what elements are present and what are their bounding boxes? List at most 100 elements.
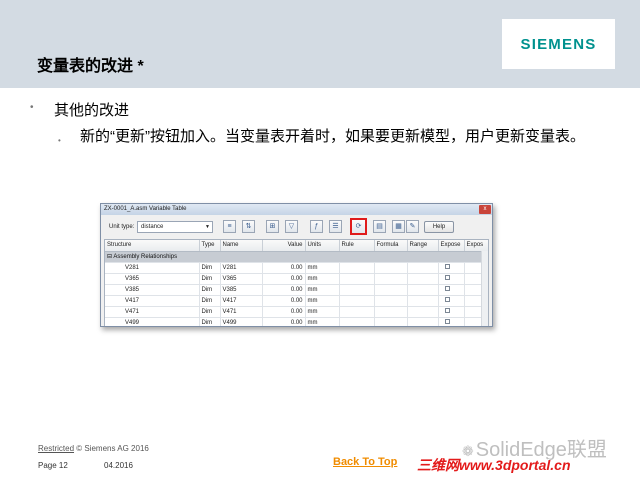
funnel-icon[interactable]: ▽ bbox=[285, 220, 298, 233]
back-to-top-link[interactable]: Back To Top bbox=[333, 456, 397, 468]
cell-rule[interactable] bbox=[339, 262, 375, 274]
expose-checkbox[interactable] bbox=[444, 297, 450, 303]
watermark-3dportal: 三维网www.3dportal.cn bbox=[417, 457, 571, 473]
table-row[interactable]: V499 Dim V499 0.00 mm bbox=[105, 317, 488, 326]
expose-checkbox[interactable] bbox=[444, 308, 450, 314]
bullet-dot-icon: • bbox=[58, 136, 61, 145]
cell-type: Dim bbox=[199, 317, 221, 326]
table-row[interactable]: V281 Dim V281 0.00 mm bbox=[105, 262, 488, 274]
siemens-logo: SIEMENS bbox=[502, 19, 615, 69]
cell-range[interactable] bbox=[407, 306, 439, 318]
cell-rule[interactable] bbox=[339, 273, 375, 285]
expose-checkbox[interactable] bbox=[444, 319, 450, 325]
column-header[interactable]: Units bbox=[305, 240, 340, 252]
column-header[interactable]: Range bbox=[407, 240, 439, 252]
cell-rule[interactable] bbox=[339, 306, 375, 318]
cell-type: Dim bbox=[199, 284, 221, 296]
print-icon[interactable]: ▤ bbox=[373, 220, 386, 233]
cell-name[interactable]: V385 bbox=[220, 284, 263, 296]
update-icon[interactable]: ⟳ bbox=[350, 218, 367, 235]
toolbar: Unit type: distance ▼ ≡ ⇅ ⊞ ▽ ƒ ☰ ⟳ ▤ ▦ … bbox=[101, 215, 492, 239]
cell-name[interactable]: V499 bbox=[220, 317, 263, 326]
column-header[interactable]: Type bbox=[199, 240, 221, 252]
export-icon[interactable]: ▦ bbox=[392, 220, 405, 233]
cell-value[interactable]: 0.00 bbox=[262, 295, 306, 307]
cell-rule[interactable] bbox=[339, 295, 375, 307]
table-row[interactable]: V417 Dim V417 0.00 mm bbox=[105, 295, 488, 307]
cell-formula[interactable] bbox=[374, 273, 408, 285]
expose-checkbox[interactable] bbox=[444, 275, 450, 281]
cell-structure: V417 bbox=[105, 295, 200, 307]
filter-icon[interactable]: ≡ bbox=[223, 220, 236, 233]
table-row[interactable]: V365 Dim V365 0.00 mm bbox=[105, 273, 488, 285]
cell-formula[interactable] bbox=[374, 295, 408, 307]
help-button[interactable]: Help bbox=[424, 221, 454, 233]
list-icon[interactable]: ☰ bbox=[329, 220, 342, 233]
cell-range[interactable] bbox=[407, 262, 439, 274]
cell-type: Dim bbox=[199, 295, 221, 307]
cell-rule[interactable] bbox=[339, 284, 375, 296]
cell-units: mm bbox=[305, 295, 340, 307]
cell-value[interactable]: 0.00 bbox=[262, 306, 306, 318]
bullet-level-2-text: 新的“更新”按钮加入。当变量表开着时，如果要更新模型，用户更新变量表。 bbox=[80, 128, 585, 145]
restricted-notice: Restricted © Siemens AG 2016 bbox=[38, 444, 149, 453]
cell-range[interactable] bbox=[407, 284, 439, 296]
cell-type: Dim bbox=[199, 273, 221, 285]
cell-range[interactable] bbox=[407, 295, 439, 307]
cell-expose bbox=[438, 284, 465, 296]
grid-header-row: Structure Type Name Value Units Rule For… bbox=[105, 240, 488, 252]
cell-value[interactable]: 0.00 bbox=[262, 284, 306, 296]
expose-checkbox[interactable] bbox=[444, 264, 450, 270]
cell-value[interactable]: 0.00 bbox=[262, 262, 306, 274]
close-icon[interactable]: x bbox=[479, 205, 491, 214]
table-row[interactable]: V471 Dim V471 0.00 mm bbox=[105, 306, 488, 318]
page-number: Page 12 bbox=[38, 461, 68, 470]
column-header[interactable]: Expose bbox=[438, 240, 465, 252]
column-header[interactable]: Expos bbox=[464, 240, 488, 252]
slide-title: 变量表的改进 * bbox=[37, 58, 144, 75]
group-row[interactable]: ⊟ Assembly Relationships bbox=[105, 251, 488, 263]
cell-rule[interactable] bbox=[339, 317, 375, 326]
page-date: 04.2016 bbox=[104, 461, 133, 470]
copyright-text: © Siemens AG 2016 bbox=[74, 444, 149, 453]
cell-units: mm bbox=[305, 284, 340, 296]
cell-formula[interactable] bbox=[374, 284, 408, 296]
unit-type-label: Unit type: bbox=[109, 224, 135, 230]
cell-value[interactable]: 0.00 bbox=[262, 273, 306, 285]
relations-icon[interactable]: ⊞ bbox=[266, 220, 279, 233]
edit-icon[interactable]: ✎ bbox=[406, 220, 419, 233]
cell-units: mm bbox=[305, 273, 340, 285]
cell-value[interactable]: 0.00 bbox=[262, 317, 306, 326]
cell-structure: V471 bbox=[105, 306, 200, 318]
formula-icon[interactable]: ƒ bbox=[310, 220, 323, 233]
unit-type-select[interactable]: distance ▼ bbox=[137, 221, 213, 233]
cell-expose bbox=[438, 273, 465, 285]
column-header[interactable]: Formula bbox=[374, 240, 408, 252]
cell-expose bbox=[438, 295, 465, 307]
column-header[interactable]: Structure bbox=[105, 240, 200, 252]
cell-name[interactable]: V365 bbox=[220, 273, 263, 285]
cell-type: Dim bbox=[199, 262, 221, 274]
cell-formula[interactable] bbox=[374, 317, 408, 326]
sort-icon[interactable]: ⇅ bbox=[242, 220, 255, 233]
table-row[interactable]: V385 Dim V385 0.00 mm bbox=[105, 284, 488, 296]
cell-name[interactable]: V281 bbox=[220, 262, 263, 274]
vertical-scrollbar[interactable] bbox=[481, 251, 488, 326]
cell-structure: V365 bbox=[105, 273, 200, 285]
cell-name[interactable]: V471 bbox=[220, 306, 263, 318]
unit-type-value: distance bbox=[141, 224, 164, 230]
cell-structure: V499 bbox=[105, 317, 200, 326]
cell-range[interactable] bbox=[407, 273, 439, 285]
cell-type: Dim bbox=[199, 306, 221, 318]
cell-formula[interactable] bbox=[374, 262, 408, 274]
cell-range[interactable] bbox=[407, 317, 439, 326]
logo-text: SIEMENS bbox=[520, 35, 597, 53]
cell-formula[interactable] bbox=[374, 306, 408, 318]
window-titlebar[interactable]: ZX-0001_A.asm Variable Table x bbox=[101, 204, 492, 215]
restricted-label: Restricted bbox=[38, 444, 75, 453]
cell-name[interactable]: V417 bbox=[220, 295, 263, 307]
column-header[interactable]: Name bbox=[220, 240, 263, 252]
expose-checkbox[interactable] bbox=[444, 286, 450, 292]
column-header[interactable]: Value bbox=[262, 240, 306, 252]
column-header[interactable]: Rule bbox=[339, 240, 375, 252]
